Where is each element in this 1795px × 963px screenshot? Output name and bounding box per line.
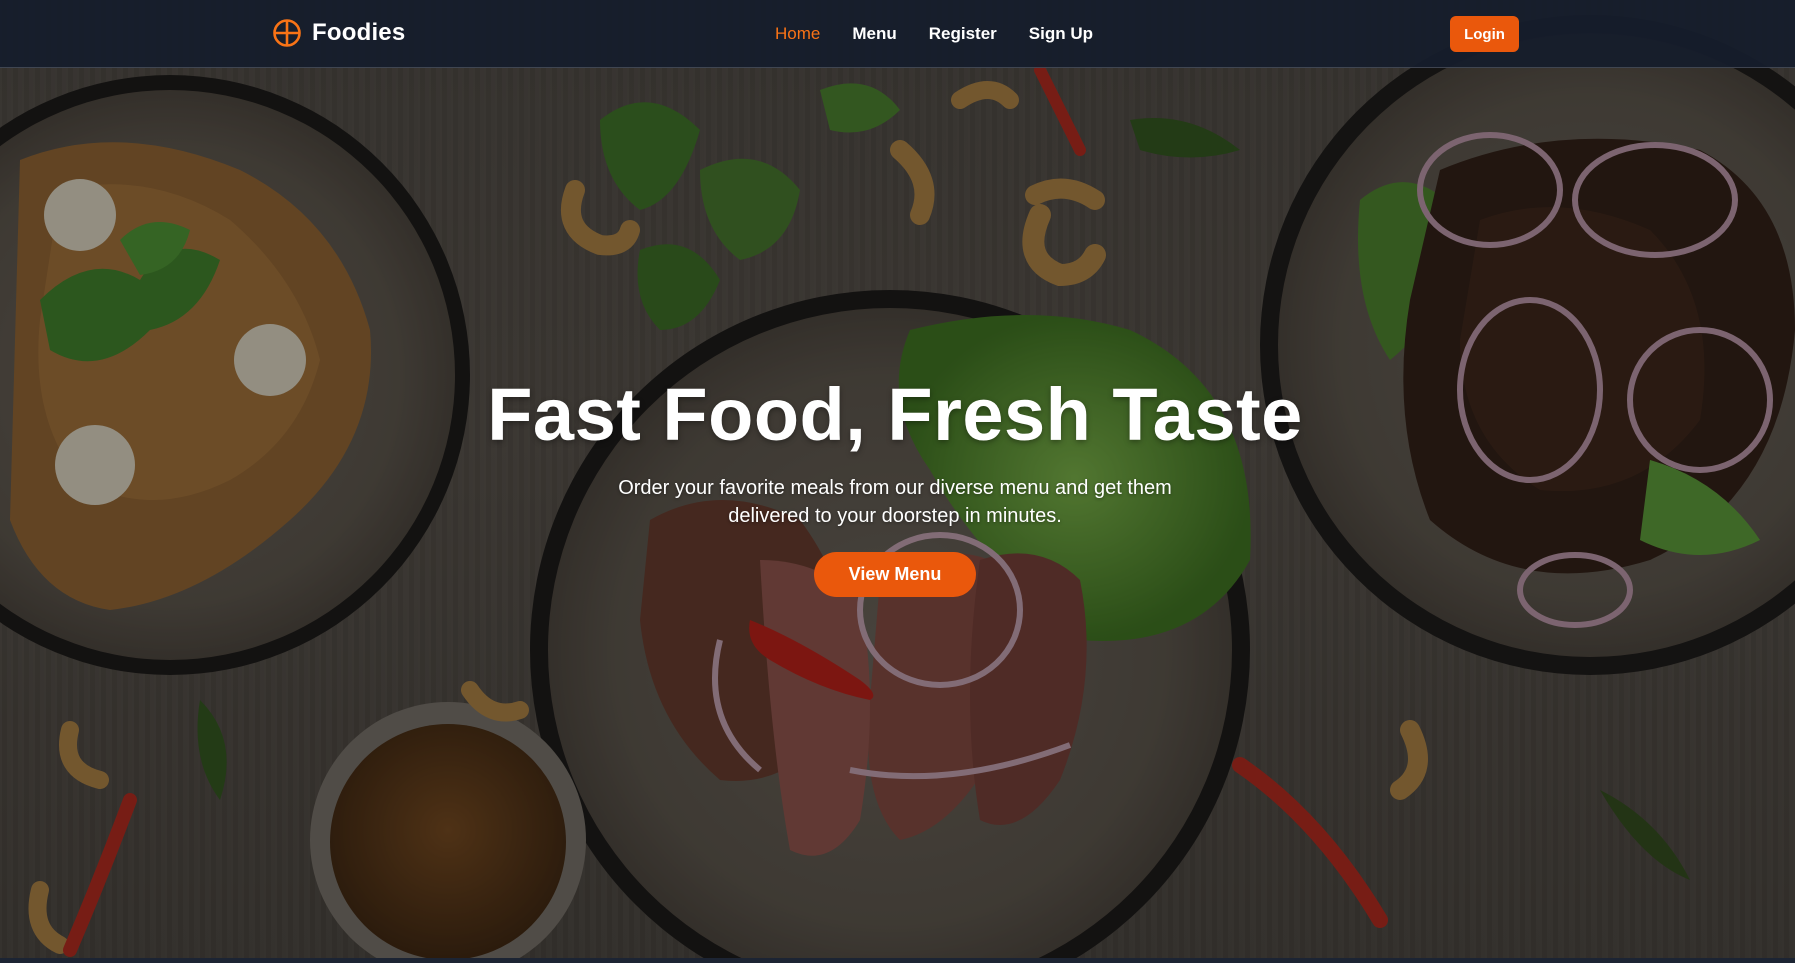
brand-name: Foodies (312, 19, 406, 46)
hero-content: Fast Food, Fresh Taste Order your favori… (0, 370, 1790, 597)
navbar: Foodies Home Menu Register Sign Up Login (0, 0, 1795, 68)
plate-cross-icon (273, 19, 301, 47)
brand-logo[interactable]: Foodies (272, 18, 405, 48)
hero-title: Fast Food, Fresh Taste (487, 373, 1303, 456)
view-menu-button[interactable]: View Menu (814, 552, 976, 597)
nav-link-home[interactable]: Home (775, 24, 820, 44)
nav-menu: Home Menu Register Sign Up (775, 24, 1093, 44)
hero-subtitle: Order your favorite meals from our diver… (618, 477, 1172, 527)
nav-link-register[interactable]: Register (929, 24, 997, 44)
nav-link-sign-up[interactable]: Sign Up (1029, 24, 1093, 44)
landing-page: Foodies Home Menu Register Sign Up Login… (0, 0, 1795, 963)
nav-link-menu[interactable]: Menu (852, 24, 896, 44)
login-button[interactable]: Login (1450, 16, 1519, 52)
bottom-strip (0, 958, 1795, 963)
